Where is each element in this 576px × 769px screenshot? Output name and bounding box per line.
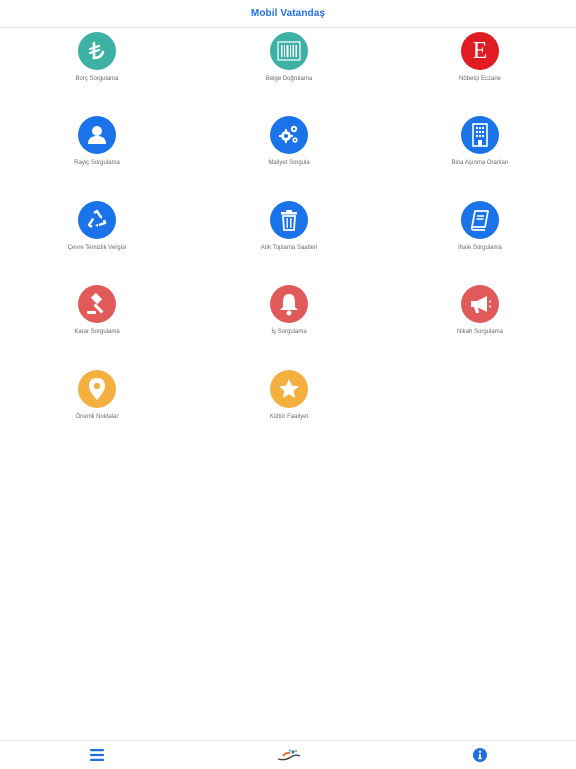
- tile-atik-toplama-saatleri[interactable]: Atık Toplama Saatleri: [214, 201, 364, 271]
- tile-nobetci-eczane[interactable]: E Nöbetçi Eczane: [405, 32, 555, 102]
- tile-label: Belge Doğrulama: [265, 76, 313, 82]
- tile-label: Borç Sorgulama: [75, 76, 119, 82]
- recycle-icon: [78, 201, 116, 239]
- tile-label: Karar Sorgulama: [74, 329, 120, 335]
- tile-is-sorgulama[interactable]: İş Sorgulama: [214, 285, 364, 355]
- tile-kultur-faaliyet[interactable]: Kültür Faaliyet: [214, 370, 364, 440]
- top-bar: Mobil Vatandaş: [0, 0, 576, 28]
- map-pin-icon: [78, 370, 116, 408]
- tile-karar-sorgulama[interactable]: Karar Sorgulama: [22, 285, 172, 355]
- gears-icon: [270, 116, 308, 154]
- tile-nikah-sorgulama[interactable]: Nikah Sorgulama: [405, 285, 555, 355]
- tile-maliyet-sorgula[interactable]: Maliyet Sorgula: [214, 116, 364, 186]
- tile-bina-asinma-oranlari[interactable]: Bina Aşınma Oranları: [405, 116, 555, 186]
- tile-label: Kültür Faaliyet: [269, 414, 309, 420]
- trash-icon: [270, 201, 308, 239]
- bottom-tab-bar: [0, 740, 576, 769]
- logo-icon[interactable]: [277, 747, 301, 763]
- tile-belge-dogrulama[interactable]: Belge Doğrulama: [214, 32, 364, 102]
- lira-icon: [78, 32, 116, 70]
- building-icon: [461, 116, 499, 154]
- tile-label: Bina Aşınma Oranları: [451, 160, 509, 166]
- bell-icon: [270, 285, 308, 323]
- tile-onemli-noktalar[interactable]: Önemli Noktalar: [22, 370, 172, 440]
- menu-icon[interactable]: [87, 747, 107, 763]
- tile-label: İş Sorgulama: [271, 329, 307, 335]
- user-icon: [78, 116, 116, 154]
- megaphone-icon: [461, 285, 499, 323]
- tile-label: Rayiç Sorgulama: [74, 160, 120, 166]
- tile-label: Maliyet Sorgula: [268, 160, 310, 166]
- tile-label: İhale Sorgulama: [458, 245, 502, 251]
- star-icon: [270, 370, 308, 408]
- tile-borc-sorgulama[interactable]: Borç Sorgulama: [22, 32, 172, 102]
- barcode-icon: [270, 32, 308, 70]
- tile-label: Nikah Sorgulama: [456, 329, 504, 335]
- tile-label: Nöbetçi Eczane: [458, 76, 502, 82]
- pharmacy-e-icon: E: [461, 32, 499, 70]
- tile-label: Çevre Temizlik Vergisi: [67, 245, 127, 251]
- info-icon[interactable]: [470, 747, 490, 763]
- tile-rayic-sorgulama[interactable]: Rayiç Sorgulama: [22, 116, 172, 186]
- page-title: Mobil Vatandaş: [250, 8, 326, 19]
- book-icon: [461, 201, 499, 239]
- tile-label: Atık Toplama Saatleri: [260, 245, 318, 251]
- gavel-icon: [78, 285, 116, 323]
- tile-label: Önemli Noktalar: [75, 414, 119, 420]
- tile-ihale-sorgulama[interactable]: İhale Sorgulama: [405, 201, 555, 271]
- tile-cevre-temizlik-vergisi[interactable]: Çevre Temizlik Vergisi: [22, 201, 172, 271]
